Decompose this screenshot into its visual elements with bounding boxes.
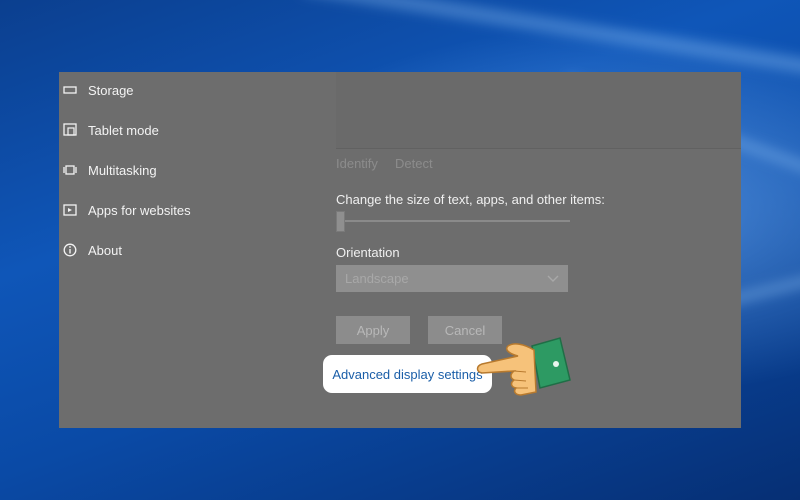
multitasking-icon bbox=[62, 162, 78, 178]
advanced-display-settings-highlight[interactable]: Advanced display settings bbox=[323, 355, 492, 393]
scale-label: Change the size of text, apps, and other… bbox=[336, 192, 605, 207]
detect-link[interactable]: Detect bbox=[395, 156, 433, 171]
tablet-mode-icon bbox=[62, 122, 78, 138]
sidebar-item-tablet-mode[interactable]: Tablet mode bbox=[59, 115, 159, 145]
display-preview-area bbox=[336, 72, 741, 149]
light-beam bbox=[302, 0, 800, 75]
sidebar-item-about[interactable]: About bbox=[59, 235, 122, 265]
sidebar-item-storage[interactable]: Storage bbox=[59, 75, 134, 105]
sidebar-item-apps-for-websites[interactable]: Apps for websites bbox=[59, 195, 191, 225]
orientation-value: Landscape bbox=[345, 271, 409, 286]
sidebar-item-label: About bbox=[88, 242, 122, 258]
storage-icon bbox=[62, 82, 78, 98]
apps-for-websites-icon bbox=[62, 202, 78, 218]
sidebar-item-label: Apps for websites bbox=[88, 202, 191, 218]
sidebar-item-label: Multitasking bbox=[88, 162, 157, 178]
pointing-hand-icon bbox=[476, 337, 571, 396]
info-icon bbox=[62, 242, 78, 258]
sidebar-item-label: Storage bbox=[88, 82, 134, 98]
scale-slider[interactable] bbox=[338, 220, 570, 222]
sidebar-item-multitasking[interactable]: Multitasking bbox=[59, 155, 157, 185]
scale-slider-thumb[interactable] bbox=[336, 211, 345, 232]
sidebar-item-label: Tablet mode bbox=[88, 122, 159, 138]
orientation-select[interactable]: Landscape bbox=[336, 265, 568, 292]
chevron-down-icon bbox=[547, 270, 559, 288]
advanced-display-settings-link[interactable]: Advanced display settings bbox=[332, 367, 482, 382]
orientation-label: Orientation bbox=[336, 245, 400, 260]
identify-link[interactable]: Identify bbox=[336, 156, 378, 171]
apply-button[interactable]: Apply bbox=[336, 316, 410, 344]
